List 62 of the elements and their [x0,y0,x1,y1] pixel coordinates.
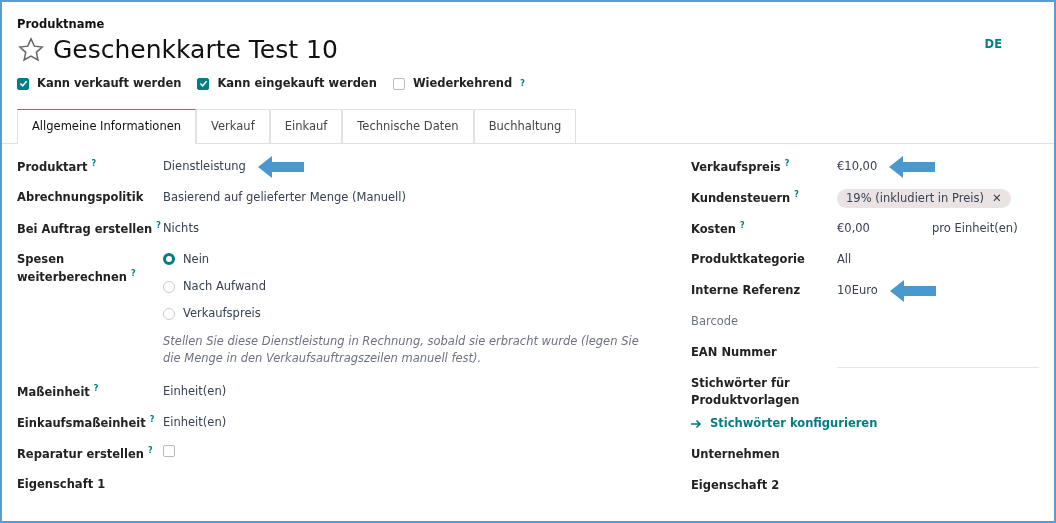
field-label: Stichwörter für Produktvorlagen [691,375,800,407]
field-label: Interne Referenz [691,282,801,297]
help-mark[interactable]: ? [520,77,525,90]
help-mark[interactable]: ? [149,414,155,424]
tab[interactable]: Technische Daten [342,108,474,143]
tab[interactable]: Allgemeine Informationen [17,108,197,144]
field-label: Barcode [691,313,739,328]
checkbox[interactable] [197,77,210,90]
help-mark[interactable]: ? [739,220,745,230]
field-value: All [837,250,852,268]
help-mark[interactable]: ? [794,189,799,199]
field-value: Einheit(en) [163,413,227,431]
field-label: Abrechnungspolitik [17,189,144,204]
field-label: Produktkategorie [691,251,805,266]
checkbox-label: Wiederkehrend [412,75,513,93]
checkbox[interactable] [17,77,29,90]
language-button[interactable]: DE [984,36,1002,54]
help-mark[interactable]: ? [91,158,97,168]
radio-label: Nach Aufwand [183,278,266,295]
tab[interactable]: Einkauf [269,108,343,143]
field-label: Produktart [17,159,88,174]
field-value: 10Euro [837,281,878,299]
field-label: Kosten [691,221,736,236]
field-value: Einheit(en) [163,382,227,400]
field-value: Basierend auf gelieferter Menge (Manuell) [163,188,406,206]
field-label: Eigenschaft 1 [17,476,106,491]
help-mark[interactable]: ? [131,269,136,278]
field-label: Produktname [17,16,106,33]
help-mark[interactable]: ? [156,220,161,230]
field-label: Unternehmen [691,447,780,462]
field-label: Kundensteuern [691,190,791,205]
help-mark[interactable]: ? [784,158,790,168]
field-label: Bei Auftrag erstellen [17,221,153,236]
checkbox[interactable] [163,444,175,457]
field-label: Verkaufspreis [691,159,781,174]
field-value: €10,00 [837,157,878,175]
field-label: Maßeinheit [17,384,90,399]
remove-tag-icon[interactable]: ✕ [991,189,1002,207]
field-value: Dienstleistung [163,157,246,175]
unit-label: pro Einheit(en) [932,219,1018,237]
arrow-icon [691,418,702,429]
radio-button[interactable] [163,253,175,266]
tag-label: 19% (inkludiert in Preis) [846,189,984,207]
checkbox-label: Kann eingekauft werden [217,75,377,93]
tab[interactable]: Verkauf [196,108,270,143]
checkbox-label: Kann verkauft werden [37,75,182,93]
product-title: Geschenkkarte Test 10 [53,34,338,67]
configure-link[interactable]: Stichwörter konfigurieren [691,415,878,433]
tab[interactable]: Buchhaltung [473,108,577,143]
help-mark[interactable]: ? [147,445,153,455]
help-mark[interactable]: ? [93,383,99,393]
field-label: Eigenschaft 2 [691,478,780,493]
field-value: €0,00 [837,219,871,237]
field-label: Einkaufsmaßeinheit [17,415,146,430]
field-value: Nichts [163,219,199,237]
field-label: Spesen weiterberechnen [17,251,127,284]
field-label: Reparatur erstellen [17,446,144,461]
checkbox[interactable] [392,77,405,90]
radio-label: Nein [183,250,210,268]
hint-text: Stellen Sie diese Dienstleistung in Rechnung, sobald sie erbracht wurde (legen Sie die Menge in den Verkaufsauftragszeilen manuell fest). [162,332,640,367]
field-label: EAN Nummer [691,344,777,359]
radio-label: Verkaufspreis [183,305,261,323]
